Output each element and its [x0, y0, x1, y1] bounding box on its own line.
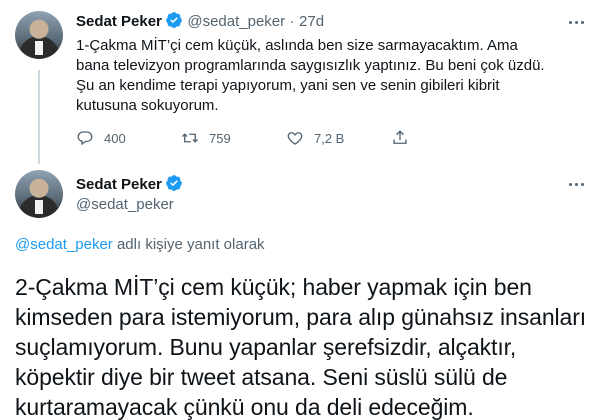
verified-badge-icon	[166, 175, 182, 192]
avatar[interactable]	[15, 170, 63, 218]
tweet-timestamp[interactable]: 27d	[299, 13, 324, 30]
separator-dot: ·	[289, 13, 295, 30]
retweet-button[interactable]: 759	[181, 129, 286, 147]
like-count: 7,2 B	[314, 130, 345, 146]
author-name-row: Sedat Peker	[76, 174, 183, 194]
like-button[interactable]: 7,2 B	[286, 129, 391, 147]
avatar[interactable]	[15, 11, 63, 59]
more-options-icon[interactable]	[567, 174, 587, 194]
like-icon	[287, 132, 303, 145]
author-name[interactable]: Sedat Peker	[76, 13, 162, 30]
author-name[interactable]: Sedat Peker	[76, 176, 162, 193]
reply-to-handle-link[interactable]: @sedat_peker	[15, 236, 113, 253]
tweet-text: 1-Çakma MİT’çi cem küçük, aslında ben si…	[76, 37, 545, 114]
verified-badge-icon	[166, 12, 182, 29]
reply-context: @sedat_peker adlı kişiye yanıt olarak	[15, 236, 265, 253]
tweet-text: 2-Çakma MİT’çi cem küçük; haber yapmak i…	[15, 274, 587, 420]
share-icon	[393, 130, 407, 144]
retweet-icon	[182, 133, 198, 143]
retweet-count: 759	[209, 130, 231, 146]
reply-to-suffix: adlı kişiye yanıt olarak	[112, 236, 265, 253]
author-handle[interactable]: @sedat_peker	[187, 13, 285, 30]
thread-connector-line	[38, 70, 40, 164]
tweet-header: Sedat Peker @sedat_peker · 27d	[76, 11, 324, 31]
reply-icon	[77, 131, 93, 146]
tweet-actions: 400 759 7,2 B	[76, 129, 496, 147]
reply-count: 400	[104, 130, 126, 146]
more-options-icon[interactable]	[567, 12, 587, 32]
share-button[interactable]	[391, 129, 496, 147]
reply-button[interactable]: 400	[76, 129, 181, 147]
author-handle[interactable]: @sedat_peker	[76, 196, 174, 213]
